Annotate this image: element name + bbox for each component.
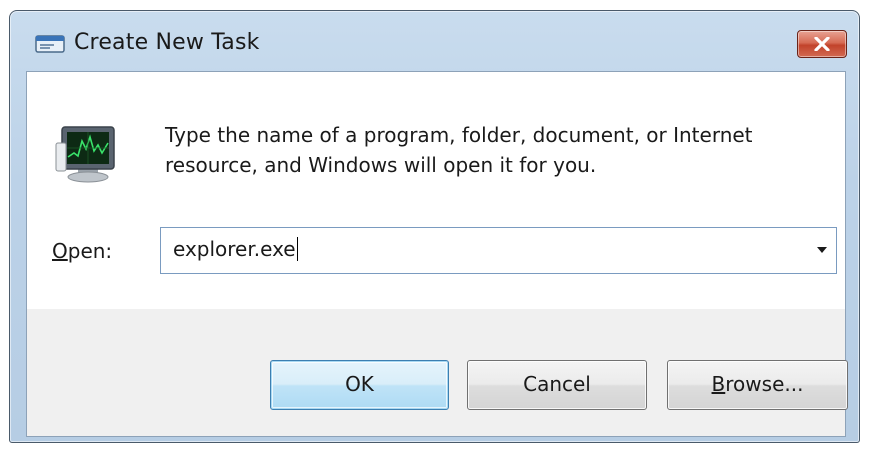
ok-button[interactable]: OK [270, 360, 449, 410]
description-line-2: resource, and Windows will open it for y… [165, 153, 597, 177]
browse-accelerator: B [711, 372, 726, 396]
create-new-task-window: Create New Task Type the name of a progr… [9, 10, 860, 443]
browse-label: rowse... [725, 372, 804, 396]
cancel-button[interactable]: Cancel [467, 360, 647, 410]
text-cursor [296, 237, 298, 261]
title-bar[interactable]: Create New Task [10, 11, 859, 71]
open-label-text: pen: [67, 239, 113, 263]
dialog-description: Type the name of a program, folder, docu… [165, 120, 845, 180]
content-area: Type the name of a program, folder, docu… [27, 72, 845, 309]
dialog-body: Type the name of a program, folder, docu… [26, 71, 848, 437]
open-label: Open: [52, 239, 112, 263]
chevron-down-icon[interactable] [814, 242, 830, 258]
close-button[interactable] [797, 30, 847, 58]
open-input[interactable]: explorer.exe [173, 237, 298, 261]
open-combobox[interactable]: explorer.exe [160, 227, 837, 274]
browse-button[interactable]: Browse... [667, 360, 848, 410]
run-dialog-icon [34, 34, 66, 54]
window-title: Create New Task [74, 30, 260, 55]
description-line-1: Type the name of a program, folder, docu… [165, 123, 753, 147]
task-manager-icon [54, 123, 124, 185]
close-icon [814, 37, 830, 51]
open-label-accelerator: O [52, 239, 68, 263]
open-input-value: explorer.exe [173, 237, 296, 261]
